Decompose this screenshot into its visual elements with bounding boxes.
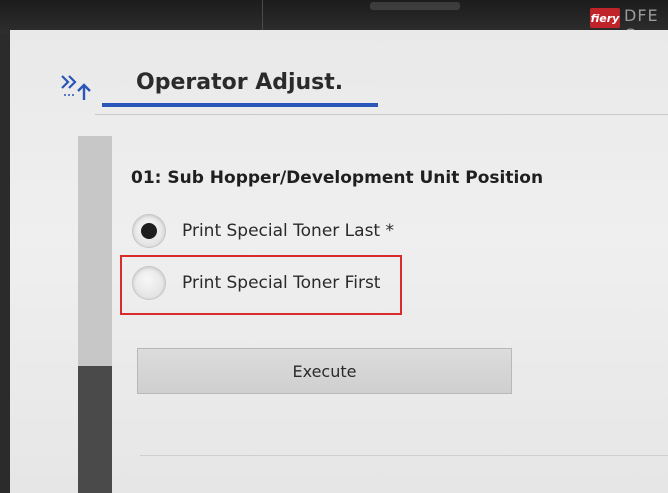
execute-button[interactable]: Execute (137, 348, 512, 394)
scrollbar[interactable] (78, 136, 112, 493)
section-heading: 01: Sub Hopper/Development Unit Position (131, 168, 544, 188)
bezel-divider (262, 0, 263, 30)
fiery-logo: fiery (590, 8, 620, 28)
footer-divider (140, 455, 668, 456)
touch-screen: Operator Adjust. 01: Sub Hopper/Developm… (10, 30, 668, 493)
radio-dot (141, 223, 157, 239)
header-divider (95, 114, 668, 115)
option-label: Print Special Toner Last * (182, 221, 395, 241)
title-underline (102, 103, 378, 107)
radio-selected[interactable] (132, 214, 166, 248)
bezel-faded-text (370, 2, 460, 10)
device-bezel: fiery DFE C (0, 0, 668, 44)
option-print-special-toner-last[interactable]: Print Special Toner Last * (132, 214, 394, 248)
back-arrow-icon[interactable] (58, 70, 98, 104)
highlight-box (120, 255, 402, 315)
scrollbar-thumb[interactable] (78, 366, 112, 493)
page-title: Operator Adjust. (136, 70, 344, 95)
